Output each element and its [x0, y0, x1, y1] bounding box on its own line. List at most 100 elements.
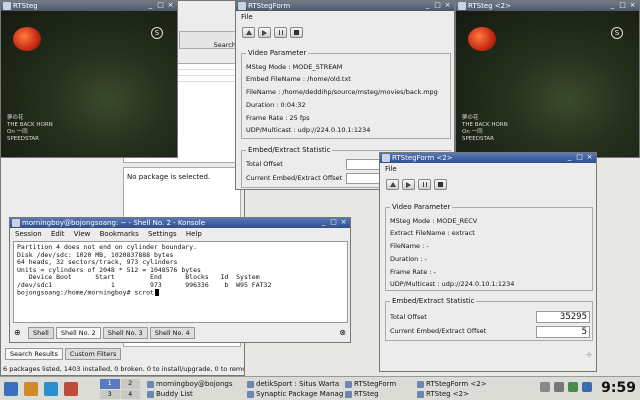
- shell-tabs: Shell Shell No. 2 Shell No. 3 Shell No. …: [28, 327, 195, 339]
- maximize-icon[interactable]: □: [575, 153, 584, 162]
- task-konsole[interactable]: morningboy@bojongs: [146, 379, 232, 389]
- rtsteg-titlebar[interactable]: RTSteg _ □ ×: [1, 1, 177, 11]
- rtstegform-titlebar[interactable]: RTStegForm _ □ ×: [236, 1, 454, 11]
- task-synaptic[interactable]: Synaptic Package Manag: [246, 389, 343, 399]
- search-button[interactable]: Search: [214, 41, 236, 49]
- task-browser[interactable]: detikSport : Situs Warta: [246, 379, 339, 389]
- close-icon[interactable]: ×: [628, 1, 637, 10]
- app-icon: [3, 2, 11, 10]
- menu-help[interactable]: Help: [186, 230, 202, 238]
- group-title: Video Parameter: [390, 203, 453, 211]
- stop-icon: [294, 30, 299, 35]
- total-offset-display: 35295: [536, 311, 590, 323]
- pause-icon: [278, 30, 283, 35]
- minimize-icon[interactable]: _: [319, 218, 328, 227]
- tab-shell-3[interactable]: Shell No. 3: [102, 327, 148, 339]
- rtsteg-video-window-2: RTSteg <2> _ □ × S 夢の花 THE BACK HORN On 一同 SP…: [455, 0, 640, 158]
- window-title: RTSteg: [13, 2, 38, 10]
- menu-bar: File: [380, 163, 596, 175]
- tray-im-icon[interactable]: [582, 382, 592, 392]
- filename-label: FileName : -: [390, 242, 429, 250]
- pause-button[interactable]: [274, 27, 287, 38]
- video-badge-icon: S: [611, 27, 623, 39]
- menu-view[interactable]: View: [74, 230, 91, 238]
- play-button[interactable]: [258, 27, 271, 38]
- menu-file[interactable]: File: [385, 165, 397, 173]
- group-title: Video Parameter: [246, 49, 309, 57]
- resize-grip-icon[interactable]: ⊹: [586, 351, 592, 359]
- minimize-icon[interactable]: _: [423, 1, 432, 10]
- stop-button[interactable]: [434, 179, 447, 190]
- clock[interactable]: 9:59: [601, 380, 636, 396]
- rtsteg2-titlebar[interactable]: RTSteg <2> _ □ ×: [456, 1, 639, 11]
- konsole-titlebar[interactable]: morningboy@bojongsoang: ~ - Shell No. 2 …: [10, 218, 350, 228]
- video-frame: S 夢の花 THE BACK HORN On 一同 SPEEDSTAR: [1, 11, 177, 157]
- maximize-icon[interactable]: □: [618, 1, 627, 10]
- task-rtstegform[interactable]: RTStegForm: [344, 379, 396, 389]
- menu-bookmarks[interactable]: Bookmarks: [100, 230, 139, 238]
- close-tab-icon[interactable]: ⊗: [339, 328, 346, 337]
- eject-button[interactable]: [242, 27, 255, 38]
- browser-icon[interactable]: [44, 382, 58, 396]
- konsole-window: morningboy@bojongsoang: ~ - Shell No. 2 …: [9, 217, 351, 343]
- tray-volume-icon[interactable]: [554, 382, 564, 392]
- player-controls: [380, 175, 596, 194]
- task-rtstegform-2[interactable]: RTStegForm <2>: [416, 379, 487, 389]
- maximize-icon[interactable]: □: [433, 1, 442, 10]
- menu-edit[interactable]: Edit: [51, 230, 65, 238]
- window-title: RTStegForm <2>: [392, 154, 453, 162]
- frame-rate-label: Frame Rate : -: [390, 268, 436, 276]
- workspace-1[interactable]: 1: [100, 379, 120, 389]
- new-tab-icon[interactable]: ⊕: [14, 328, 21, 337]
- home-icon[interactable]: [24, 382, 38, 396]
- close-icon[interactable]: ×: [339, 218, 348, 227]
- mode-label: MSteg Mode : MODE_RECV: [390, 217, 478, 225]
- filter-tabs: Search Results Custom Filters: [5, 348, 122, 360]
- terminal-icon: [12, 219, 20, 227]
- task-rtsteg-2[interactable]: RTSteg <2>: [416, 389, 469, 399]
- eject-button[interactable]: [386, 179, 399, 190]
- terminal-output[interactable]: Partition 4 does not end on cylinder bou…: [13, 241, 348, 323]
- no-package-label: No package is selected.: [127, 173, 211, 181]
- tab-custom-filters[interactable]: Custom Filters: [64, 348, 122, 360]
- tab-shell-2[interactable]: Shell No. 2: [55, 327, 101, 339]
- player-controls: [236, 23, 454, 42]
- current-offset-display: 5: [536, 326, 590, 338]
- play-button[interactable]: [402, 179, 415, 190]
- minimize-icon[interactable]: _: [608, 1, 617, 10]
- video-logo: [468, 27, 496, 51]
- eject-icon: [245, 30, 252, 35]
- media-icon[interactable]: [64, 382, 78, 396]
- window-title: RTStegForm: [248, 2, 291, 10]
- workspace-3[interactable]: 3: [100, 389, 120, 399]
- tab-shell[interactable]: Shell: [28, 327, 54, 339]
- minimize-icon[interactable]: _: [565, 153, 574, 162]
- close-icon[interactable]: ×: [166, 1, 175, 10]
- workspace-4[interactable]: 4: [120, 389, 140, 399]
- maximize-icon[interactable]: □: [329, 218, 338, 227]
- workspace-2[interactable]: 2: [120, 379, 140, 389]
- menu-settings[interactable]: Settings: [148, 230, 177, 238]
- group-title: Embed/Extract Statistic: [246, 146, 333, 154]
- stop-button[interactable]: [290, 27, 303, 38]
- group-title: Embed/Extract Statistic: [390, 297, 477, 305]
- menu-file[interactable]: File: [241, 13, 253, 21]
- task-rtsteg[interactable]: RTSteg: [344, 389, 379, 399]
- tab-search-results[interactable]: Search Results: [5, 348, 63, 360]
- current-offset-label: Current Embed/Extract Offset: [390, 327, 487, 335]
- rtstegform2-titlebar[interactable]: RTStegForm <2> _ □ ×: [380, 153, 596, 163]
- close-icon[interactable]: ×: [585, 153, 594, 162]
- minimize-icon[interactable]: _: [146, 1, 155, 10]
- pause-button[interactable]: [418, 179, 431, 190]
- tab-shell-4[interactable]: Shell No. 4: [149, 327, 195, 339]
- play-icon: [262, 29, 267, 36]
- kde-menu-icon[interactable]: [4, 382, 18, 396]
- maximize-icon[interactable]: □: [156, 1, 165, 10]
- task-buddy-list[interactable]: Buddy List: [146, 389, 193, 399]
- tray-network-icon[interactable]: [540, 382, 550, 392]
- close-icon[interactable]: ×: [443, 1, 452, 10]
- menu-session[interactable]: Session: [15, 230, 42, 238]
- tray-update-icon[interactable]: [568, 382, 578, 392]
- filename-label: FileName : /home/deddihp/source/msteg/mo…: [246, 88, 438, 96]
- video-caption: 夢の花 THE BACK HORN On 一同 SPEEDSTAR: [7, 115, 53, 142]
